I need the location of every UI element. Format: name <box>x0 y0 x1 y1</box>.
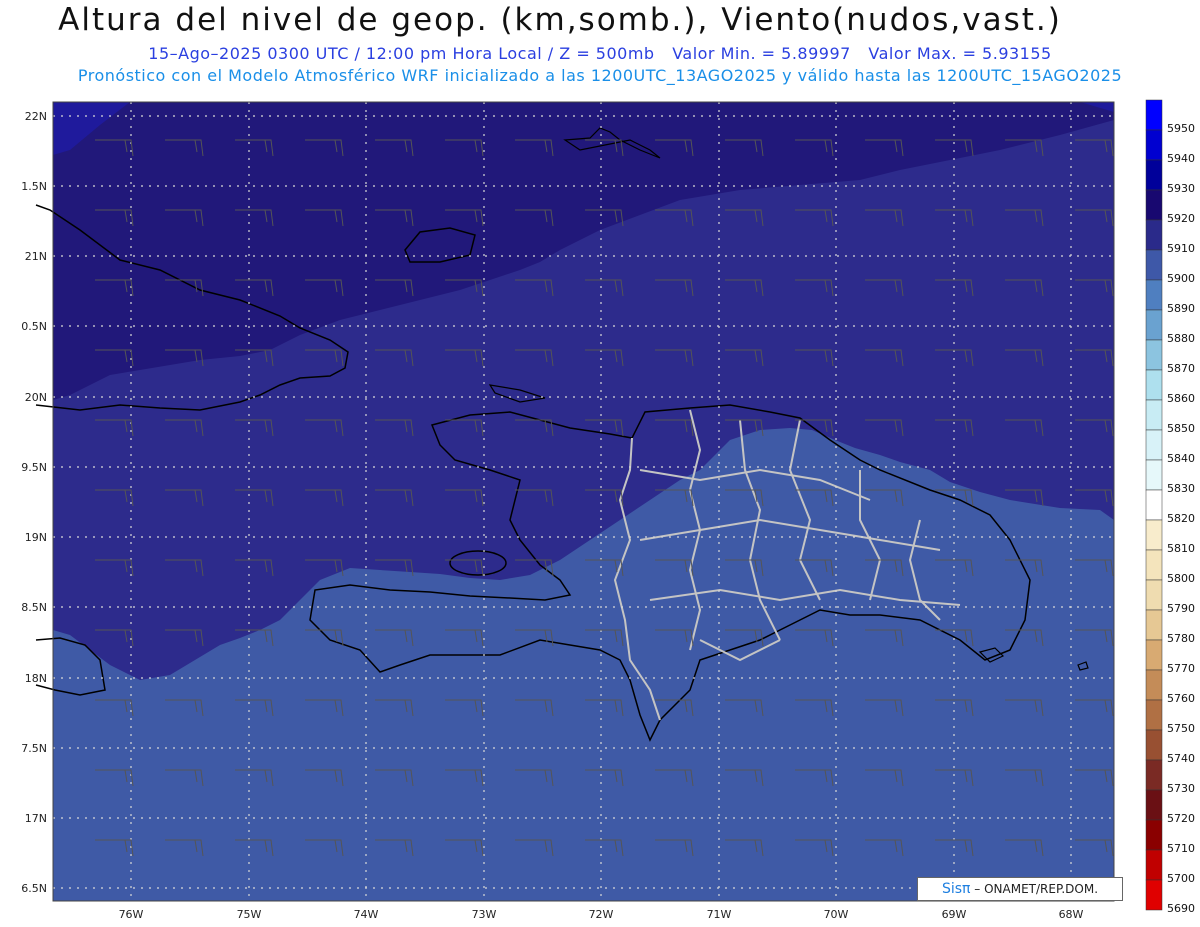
colorbar-swatch <box>1145 759 1163 791</box>
colorbar-label: 5860 <box>1167 392 1195 405</box>
colorbar-label: 5710 <box>1167 842 1195 855</box>
lat-label: 7.5N <box>21 742 47 755</box>
colorbar-label: 5940 <box>1167 152 1195 165</box>
colorbar-swatch <box>1145 249 1163 281</box>
colorbar-label: 5700 <box>1167 872 1195 885</box>
colorbar-swatch <box>1145 399 1163 431</box>
colorbar-label: 5880 <box>1167 332 1195 345</box>
colorbar-swatch <box>1145 129 1163 161</box>
colorbar-swatch <box>1145 489 1163 521</box>
lat-label: 17N <box>25 812 47 825</box>
lon-label: 71W <box>707 908 732 921</box>
colorbar-label: 5920 <box>1167 212 1195 225</box>
colorbar-label: 5800 <box>1167 572 1195 585</box>
colorbar-swatch <box>1145 639 1163 671</box>
colorbar-swatch <box>1145 459 1163 491</box>
colorbar-label: 5930 <box>1167 182 1195 195</box>
colorbar-label: 5720 <box>1167 812 1195 825</box>
lat-label: 1.5N <box>21 180 47 193</box>
colorbar-label: 5760 <box>1167 692 1195 705</box>
colorbar-swatch <box>1145 99 1163 131</box>
lat-label: 22N <box>25 110 47 123</box>
colorbar-swatch <box>1145 669 1163 701</box>
colorbar-label: 5910 <box>1167 242 1195 255</box>
colorbar-label: 5900 <box>1167 272 1195 285</box>
lat-label: 21N <box>25 250 47 263</box>
colorbar-swatch <box>1145 159 1163 191</box>
colorbar-label: 5840 <box>1167 452 1195 465</box>
colorbar-swatch <box>1145 609 1163 641</box>
colorbar: 5950 5940 5930 5920 5910 5900 5890 5880 5870 5860… <box>1145 99 1195 915</box>
colorbar-label: 5780 <box>1167 632 1195 645</box>
colorbar-label: 5870 <box>1167 362 1195 375</box>
colorbar-swatch <box>1145 369 1163 401</box>
colorbar-swatch <box>1145 789 1163 821</box>
colorbar-swatch <box>1145 849 1163 881</box>
sispi-logo: Sisπ <box>941 881 971 897</box>
colorbar-swatch <box>1145 729 1163 761</box>
lat-label: 18N <box>25 672 47 685</box>
lon-label: 73W <box>472 908 497 921</box>
lat-label: 6.5N <box>21 882 47 895</box>
colorbar-label: 5740 <box>1167 752 1195 765</box>
lat-label: 8.5N <box>21 601 47 614</box>
colorbar-swatch <box>1145 579 1163 611</box>
colorbar-label: 5790 <box>1167 602 1195 615</box>
lat-label: 19N <box>25 531 47 544</box>
colorbar-swatch <box>1145 519 1163 551</box>
colorbar-swatch <box>1145 429 1163 461</box>
colorbar-label: 5850 <box>1167 422 1195 435</box>
colorbar-label: 5810 <box>1167 542 1195 555</box>
colorbar-label: 5950 <box>1167 122 1195 135</box>
lon-label: 75W <box>237 908 262 921</box>
colorbar-swatch <box>1145 549 1163 581</box>
colorbar-label: 5830 <box>1167 482 1195 495</box>
lon-label: 68W <box>1059 908 1084 921</box>
credit-box: Sisπ – ONAMET/REP.DOM. <box>917 877 1123 901</box>
colorbar-swatch <box>1145 699 1163 731</box>
colorbar-swatch <box>1145 189 1163 221</box>
colorbar-swatch <box>1145 219 1163 251</box>
lon-label: 70W <box>824 908 849 921</box>
colorbar-label: 5890 <box>1167 302 1195 315</box>
colorbar-label: 5730 <box>1167 782 1195 795</box>
geopotential-map: 22N 1.5N 21N 0.5N 20N 9.5N 19N 8.5N 18N 7.5N 17N 6.… <box>21 99 1195 921</box>
colorbar-swatch <box>1145 309 1163 341</box>
lon-label: 74W <box>354 908 379 921</box>
colorbar-swatch <box>1145 339 1163 371</box>
colorbar-label: 5690 <box>1167 902 1195 915</box>
colorbar-label: 5770 <box>1167 662 1195 675</box>
colorbar-swatch <box>1145 879 1163 911</box>
colorbar-swatch <box>1145 819 1163 851</box>
lat-label: 20N <box>25 391 47 404</box>
credit-org: – ONAMET/REP.DOM. <box>974 882 1099 896</box>
lon-label: 69W <box>942 908 967 921</box>
lat-label: 9.5N <box>21 461 47 474</box>
lat-label: 0.5N <box>21 320 47 333</box>
lon-label: 72W <box>589 908 614 921</box>
colorbar-label: 5820 <box>1167 512 1195 525</box>
colorbar-swatch <box>1145 279 1163 311</box>
colorbar-label: 5750 <box>1167 722 1195 735</box>
lon-label: 76W <box>119 908 144 921</box>
